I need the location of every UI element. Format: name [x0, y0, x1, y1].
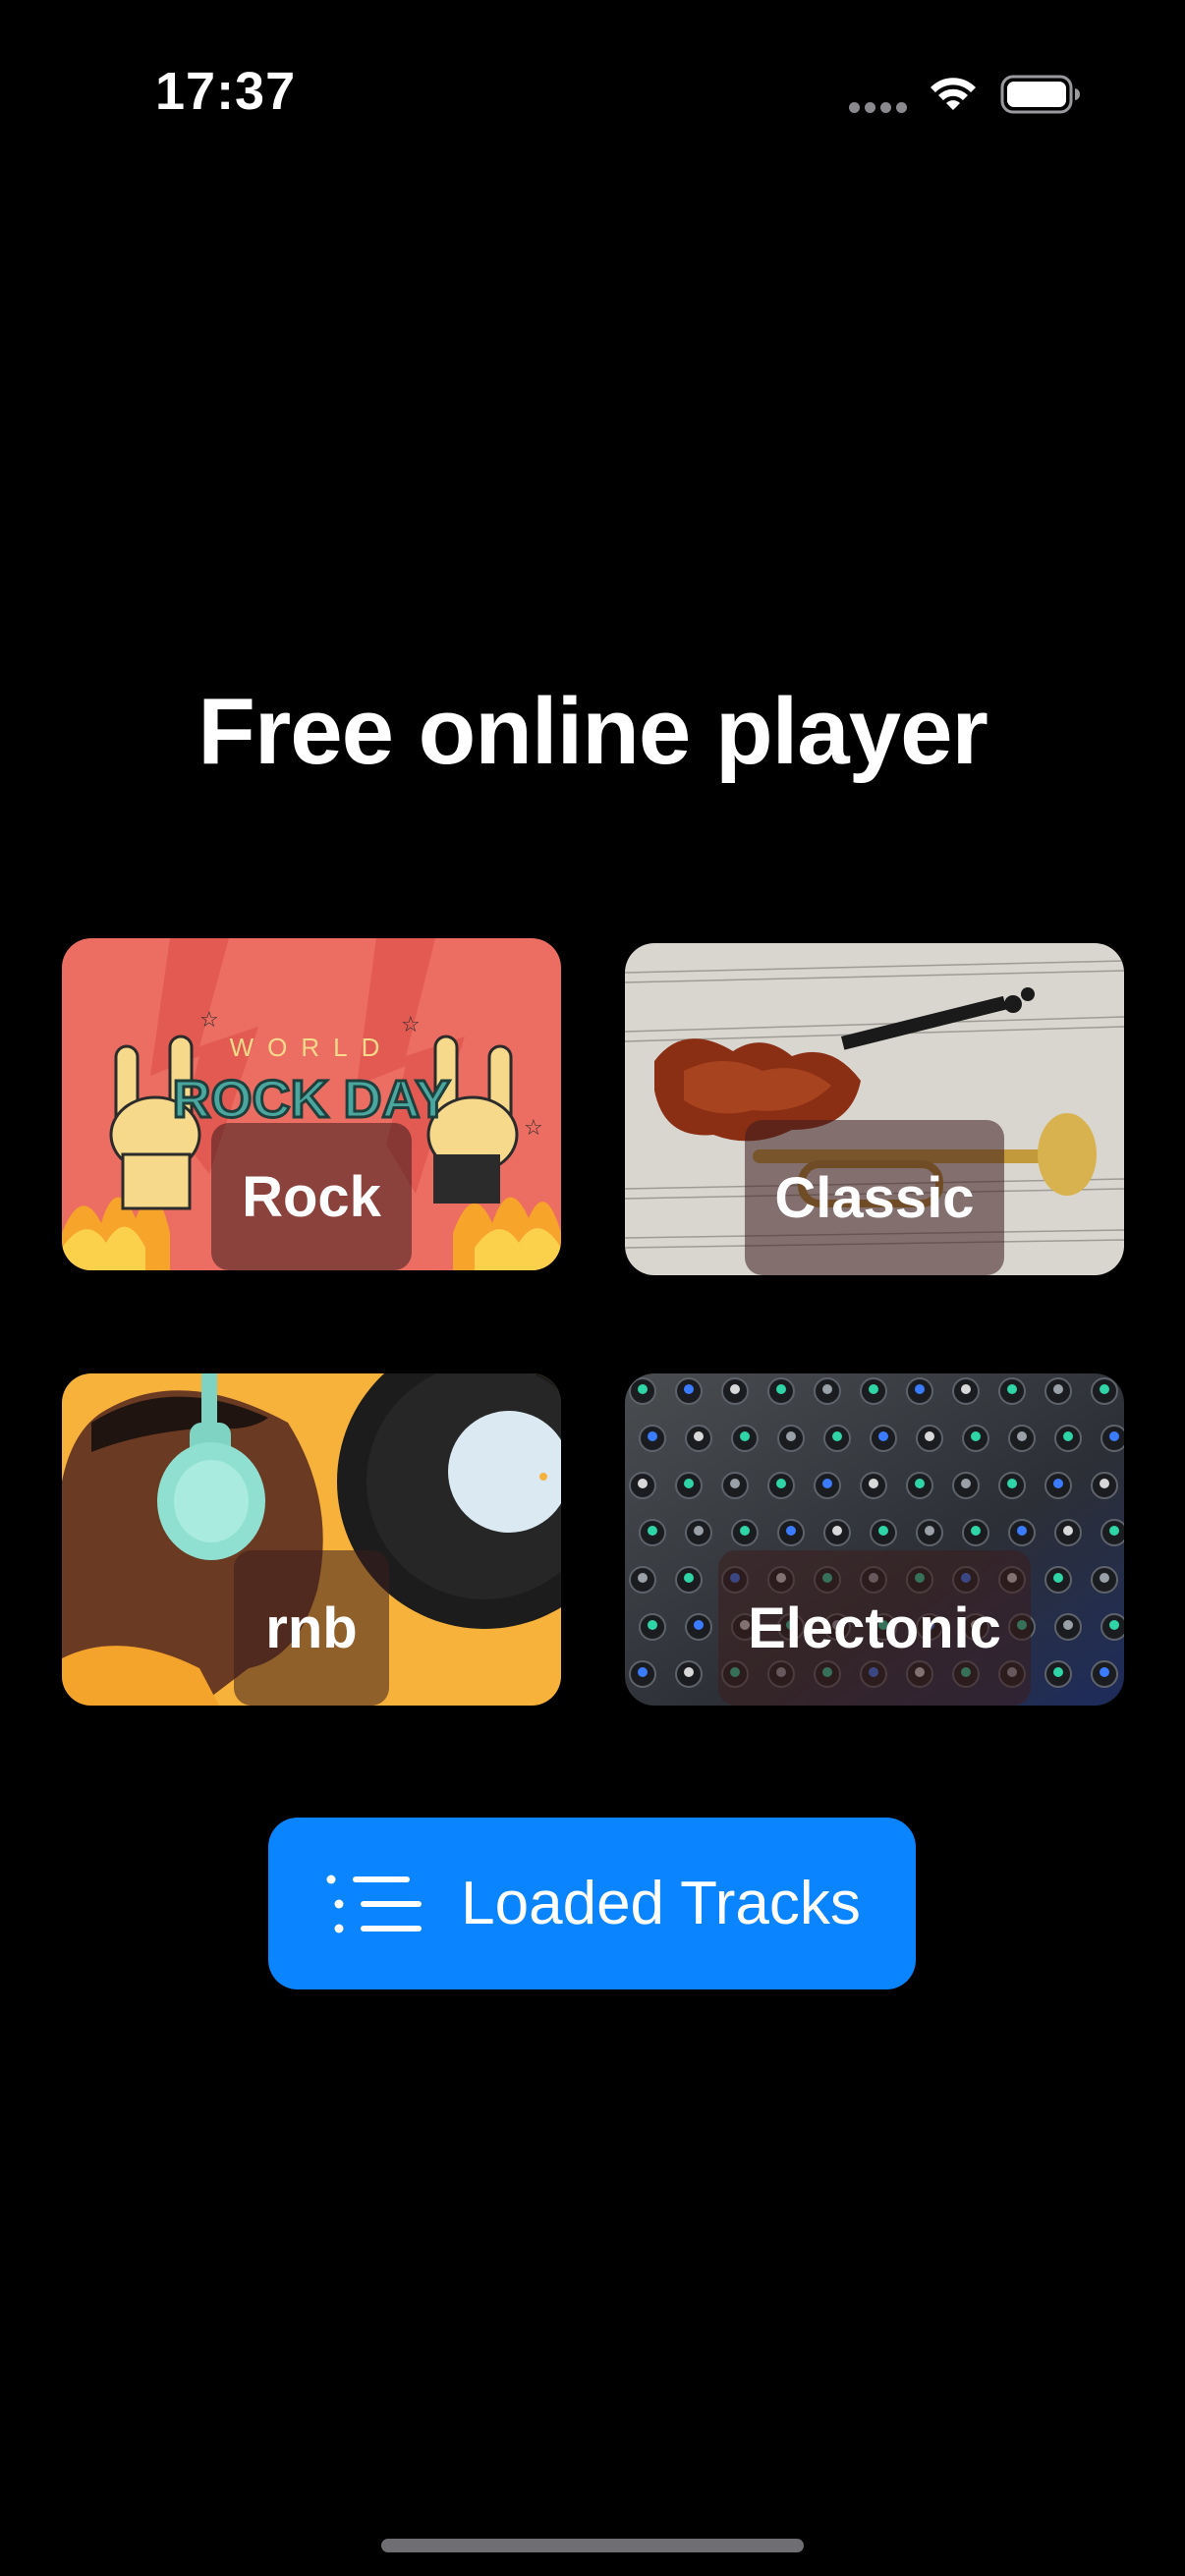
rock-art-title-text: ROCK DAY [172, 1070, 450, 1129]
status-bar: 17:37 [0, 0, 1185, 187]
genre-label-classic: Classic [774, 1165, 975, 1230]
genre-label-rnb: rnb [265, 1596, 358, 1660]
signal-dots-icon [849, 102, 908, 114]
wifi-icon [931, 78, 976, 110]
svg-text:☆: ☆ [199, 1007, 219, 1032]
genre-card-rock[interactable]: WORLD ROCK DAY ☆ ☆ ☆ Rock [62, 938, 561, 1270]
battery-icon [1000, 75, 1080, 114]
home-indicator[interactable] [381, 2539, 804, 2552]
genre-label-box: Rock [211, 1123, 412, 1270]
genre-label-box: Classic [745, 1120, 1004, 1275]
status-time: 17:37 [155, 62, 297, 121]
svg-text:☆: ☆ [401, 1012, 421, 1036]
genre-card-electonic[interactable]: Electonic [625, 1373, 1124, 1706]
page-title: Free online player [198, 679, 988, 784]
list-icon [326, 1875, 423, 1932]
loaded-tracks-button[interactable]: Loaded Tracks [268, 1818, 916, 1989]
svg-text:☆: ☆ [524, 1115, 543, 1140]
genre-card-rnb[interactable]: rnb [62, 1373, 561, 1706]
loaded-tracks-label: Loaded Tracks [461, 1870, 861, 1937]
genre-label-box: rnb [234, 1550, 389, 1706]
genre-label-box: Electonic [718, 1550, 1031, 1706]
genre-card-classic[interactable]: Classic [625, 943, 1124, 1275]
genre-label-rock: Rock [242, 1164, 381, 1229]
genre-label-electonic: Electonic [748, 1596, 1001, 1660]
rock-art-world-text: WORLD [230, 1033, 394, 1062]
